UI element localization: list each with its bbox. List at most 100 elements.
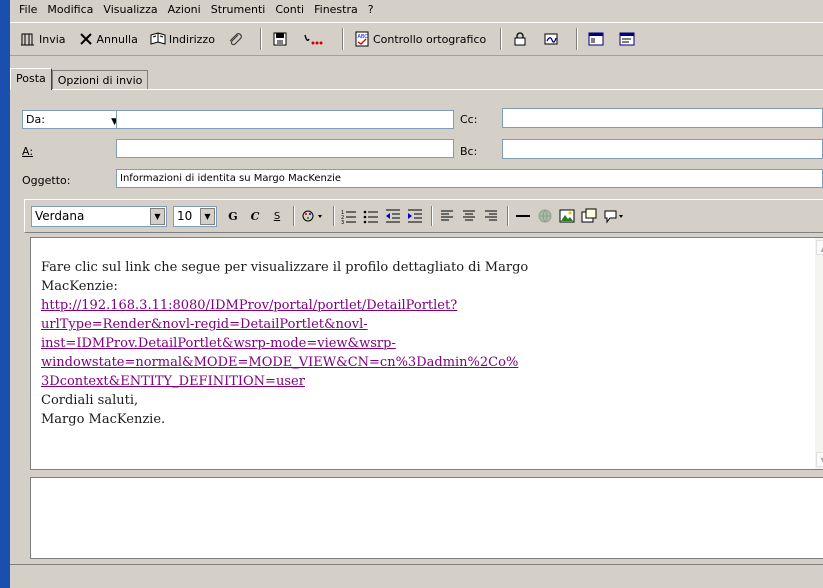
- align-center-icon: [463, 210, 475, 221]
- scroll-down-icon[interactable]: ▼: [816, 452, 823, 467]
- menu-visualizza[interactable]: Visualizza: [98, 0, 162, 20]
- status-bar: [10, 564, 823, 588]
- spellcheck-button[interactable]: ABC Controllo ortografico: [350, 27, 490, 51]
- compose-window: File Modifica Visualizza Azioni Strument…: [10, 0, 823, 588]
- layout-view-button-1[interactable]: [584, 27, 611, 51]
- tab-opzioni-di-invio[interactable]: Opzioni di invio: [51, 70, 149, 90]
- tab-posta[interactable]: Posta: [10, 68, 52, 90]
- numbered-list-icon: 123: [341, 210, 356, 224]
- insert-image-button[interactable]: [557, 206, 577, 226]
- bcc-field[interactable]: [502, 139, 823, 159]
- menu-azioni[interactable]: Azioni: [163, 0, 206, 20]
- menu-help[interactable]: ?: [363, 0, 379, 20]
- increase-indent-button[interactable]: [405, 206, 425, 226]
- align-left-icon: [441, 210, 453, 221]
- address-book-button[interactable]: Indirizzo: [146, 27, 219, 51]
- encrypt-button[interactable]: [508, 27, 535, 51]
- send-icon: [21, 33, 34, 46]
- decrease-indent-button[interactable]: [383, 206, 403, 226]
- align-center-button[interactable]: [459, 206, 479, 226]
- address-book-icon: [150, 32, 166, 45]
- insert-signature-button[interactable]: [299, 27, 332, 51]
- numbered-list-button[interactable]: 123: [339, 206, 359, 226]
- horizontal-rule-icon: [516, 215, 530, 217]
- menu-conti[interactable]: Conti: [270, 0, 309, 20]
- subject-field[interactable]: Informazioni di identita su Margo MacKen…: [116, 169, 823, 188]
- to-field[interactable]: [116, 139, 454, 158]
- message-closing: Cordiali saluti,: [41, 393, 139, 408]
- format-separator: [507, 206, 509, 226]
- bullet-list-button[interactable]: [361, 206, 381, 226]
- send-label: Invia: [39, 32, 66, 46]
- menu-finestra[interactable]: Finestra: [309, 0, 363, 20]
- globe-link-icon: [538, 209, 552, 223]
- cancel-button[interactable]: Annulla: [74, 27, 142, 51]
- outdent-icon: [386, 209, 400, 223]
- attachment-pane[interactable]: [30, 477, 823, 559]
- spellcheck-label: Controllo ortografico: [372, 32, 487, 46]
- toolbar-separator: [576, 28, 579, 50]
- floppy-disk-icon: [273, 32, 287, 46]
- sign-button[interactable]: [539, 27, 566, 51]
- attach-button[interactable]: [223, 27, 250, 51]
- format-separator: [431, 206, 433, 226]
- cancel-label: Annulla: [96, 32, 138, 46]
- menu-bar: File Modifica Visualizza Azioni Strument…: [10, 0, 823, 20]
- font-family-value: Verdana: [35, 208, 85, 223]
- insert-object-button[interactable]: [579, 206, 599, 226]
- font-family-select[interactable]: Verdana ▼: [31, 205, 167, 227]
- insert-object-icon: [581, 208, 597, 223]
- message-intro: Fare clic sul link che segue per visuali…: [41, 260, 529, 275]
- profile-link-line[interactable]: http://192.168.3.11:8080/IDMProv/portal/…: [41, 296, 811, 315]
- underline-button[interactable]: S: [267, 206, 287, 226]
- insert-menu-button[interactable]: [601, 206, 627, 226]
- toolbar-separator: [259, 28, 262, 50]
- signature-icon: [304, 34, 323, 45]
- menu-file[interactable]: File: [14, 0, 42, 20]
- lock-icon: [514, 32, 526, 46]
- from-selector[interactable]: Da: ▼: [22, 110, 121, 129]
- cancel-icon: [79, 33, 92, 45]
- svg-text:3: 3: [341, 220, 344, 224]
- to-label: A:: [22, 145, 34, 158]
- message-body-editor[interactable]: Fare clic sul link che segue per visuali…: [30, 237, 823, 470]
- align-right-button[interactable]: [481, 206, 501, 226]
- cc-label: Cc:: [460, 113, 478, 126]
- menu-strumenti[interactable]: Strumenti: [206, 0, 271, 20]
- bold-button[interactable]: G: [223, 206, 243, 226]
- profile-link-line[interactable]: urlType=Render&novl-regid=DetailPortlet&…: [41, 315, 811, 334]
- format-separator: [333, 206, 335, 226]
- chevron-down-icon: ▼: [150, 207, 165, 225]
- align-right-icon: [485, 210, 497, 221]
- horizontal-rule-button[interactable]: [513, 206, 533, 226]
- font-color-button[interactable]: [299, 206, 327, 226]
- italic-button[interactable]: C: [245, 206, 265, 226]
- from-field[interactable]: [116, 110, 454, 129]
- bullet-list-icon: [363, 210, 378, 224]
- toolbar-separator: [341, 28, 344, 50]
- scroll-up-icon[interactable]: ▲: [816, 240, 823, 255]
- bcc-label: Bc:: [460, 145, 478, 158]
- format-separator: [293, 206, 295, 226]
- message-signature: Margo MacKenzie.: [41, 412, 166, 427]
- align-left-button[interactable]: [437, 206, 457, 226]
- chevron-down-icon: ▼: [200, 207, 215, 225]
- save-draft-button[interactable]: [268, 27, 295, 51]
- menu-modifica[interactable]: Modifica: [42, 0, 98, 20]
- subject-label: Oggetto:: [22, 174, 71, 187]
- layout-icon: [588, 32, 604, 46]
- layout-icon: [619, 32, 635, 46]
- paperclip-icon: [229, 33, 242, 46]
- profile-link-line[interactable]: 3Dcontext&ENTITY_DEFINITION=user: [41, 372, 811, 391]
- insert-link-button[interactable]: [535, 206, 555, 226]
- tab-divider: [10, 89, 823, 90]
- profile-link-line[interactable]: windowstate=normal&MODE=MODE_VIEW&CN=cn%…: [41, 353, 811, 372]
- profile-link-line[interactable]: inst=IDMProv.DetailPortlet&wsrp-mode=vie…: [41, 334, 811, 353]
- font-size-select[interactable]: 10 ▼: [173, 205, 217, 227]
- cc-field[interactable]: [502, 108, 823, 128]
- send-button[interactable]: Invia: [16, 27, 70, 51]
- compose-tabs: Posta Opzioni di invio: [10, 68, 149, 90]
- layout-view-button-2[interactable]: [615, 27, 642, 51]
- svg-text:ABC: ABC: [357, 34, 368, 40]
- vertical-scrollbar[interactable]: ▲ ▼: [815, 238, 823, 469]
